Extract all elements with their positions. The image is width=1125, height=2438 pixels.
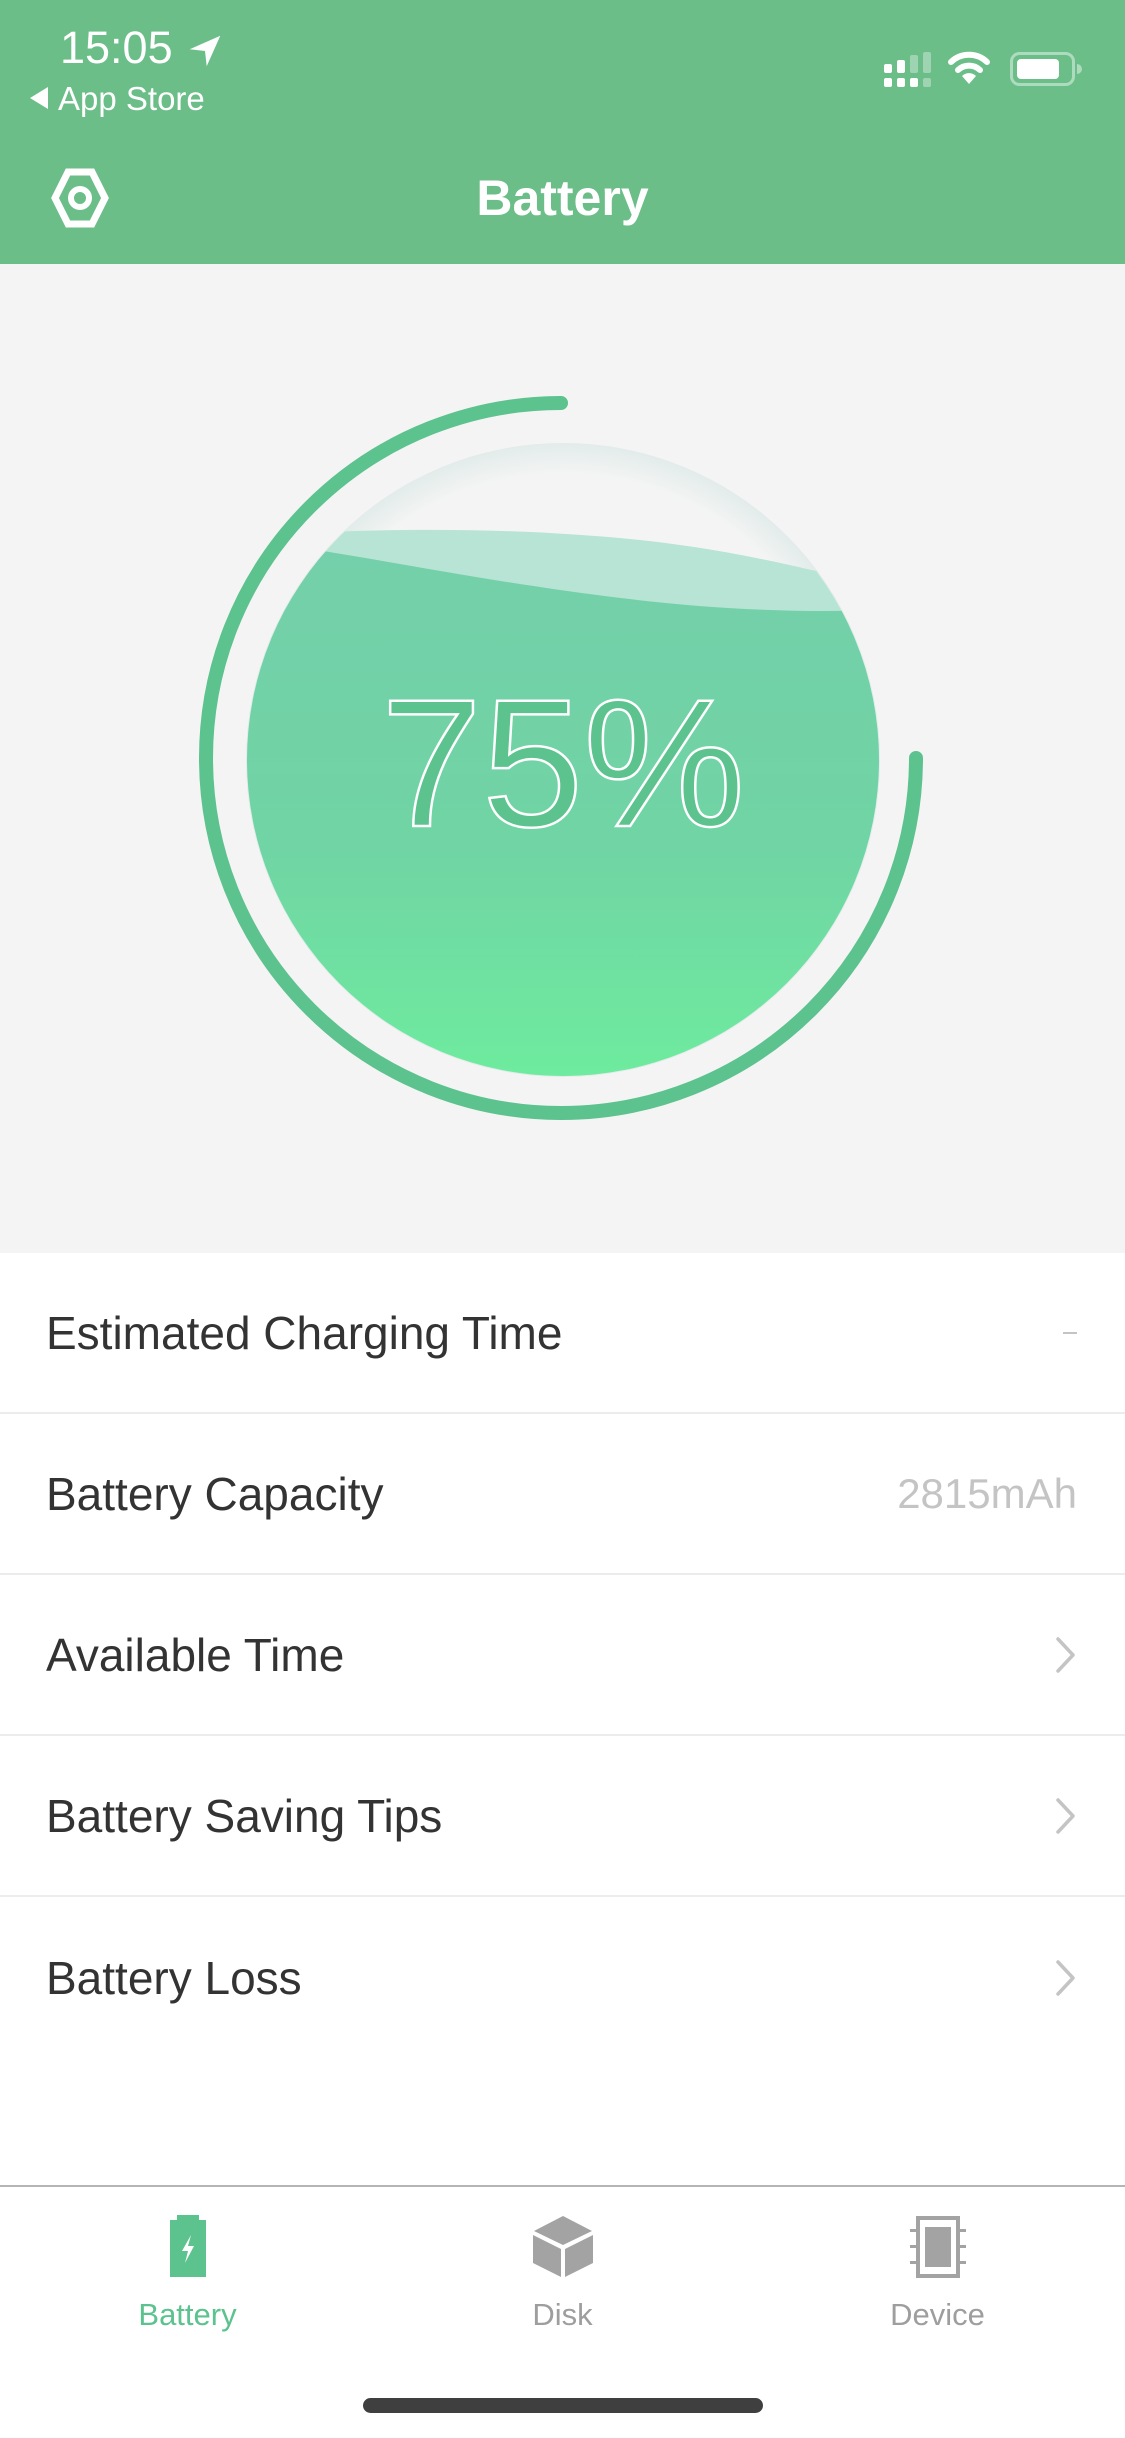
- row-label: Battery Capacity: [46, 1467, 384, 1520]
- row-available-time[interactable]: Available Time: [0, 1575, 1125, 1736]
- back-app-label: App Store: [58, 80, 205, 117]
- cube-disk-icon: [532, 2216, 593, 2277]
- back-triangle-icon: [30, 87, 48, 110]
- row-battery-saving-tips[interactable]: Battery Saving Tips: [0, 1736, 1125, 1897]
- tab-device[interactable]: Device: [750, 2187, 1125, 2367]
- tab-disk[interactable]: Disk: [375, 2187, 750, 2367]
- tab-battery[interactable]: Battery: [0, 2187, 375, 2367]
- battery-info-list: Estimated Charging Time Battery Capacity…: [0, 1253, 1125, 2058]
- row-value-dash: [1063, 1331, 1077, 1334]
- row-label: Battery Saving Tips: [46, 1789, 443, 1842]
- tab-label: Battery: [138, 2297, 237, 2332]
- location-arrow-icon: [189, 35, 221, 67]
- tab-label: Device: [890, 2297, 985, 2332]
- battery-status-icon: [1010, 52, 1082, 86]
- wifi-icon: [948, 51, 990, 84]
- chevron-right-icon: [1056, 1797, 1075, 1834]
- row-label: Estimated Charging Time: [46, 1306, 563, 1359]
- row-label: Available Time: [46, 1628, 345, 1681]
- cellular-signal-icon: [884, 52, 931, 87]
- gauge-percent-label: 75%: [381, 661, 745, 865]
- page-title: Battery: [476, 170, 649, 226]
- row-battery-loss[interactable]: Battery Loss: [0, 1897, 1125, 2058]
- chip-device-icon: [909, 2216, 966, 2278]
- back-to-app-store[interactable]: App Store: [30, 80, 205, 118]
- battery-charging-icon: [169, 2215, 206, 2277]
- chevron-right-icon: [1056, 1636, 1075, 1673]
- row-battery-capacity: Battery Capacity 2815mAh: [0, 1414, 1125, 1575]
- row-estimated-charging-time: Estimated Charging Time: [0, 1253, 1125, 1414]
- row-label: Battery Loss: [46, 1951, 302, 2004]
- battery-gauge: 75%: [199, 396, 923, 1120]
- chevron-right-icon: [1056, 1959, 1075, 1996]
- row-value: 2815mAh: [897, 1469, 1077, 1517]
- tab-label: Disk: [532, 2297, 593, 2332]
- home-indicator: [363, 2398, 763, 2413]
- status-time: 15:05: [60, 22, 173, 73]
